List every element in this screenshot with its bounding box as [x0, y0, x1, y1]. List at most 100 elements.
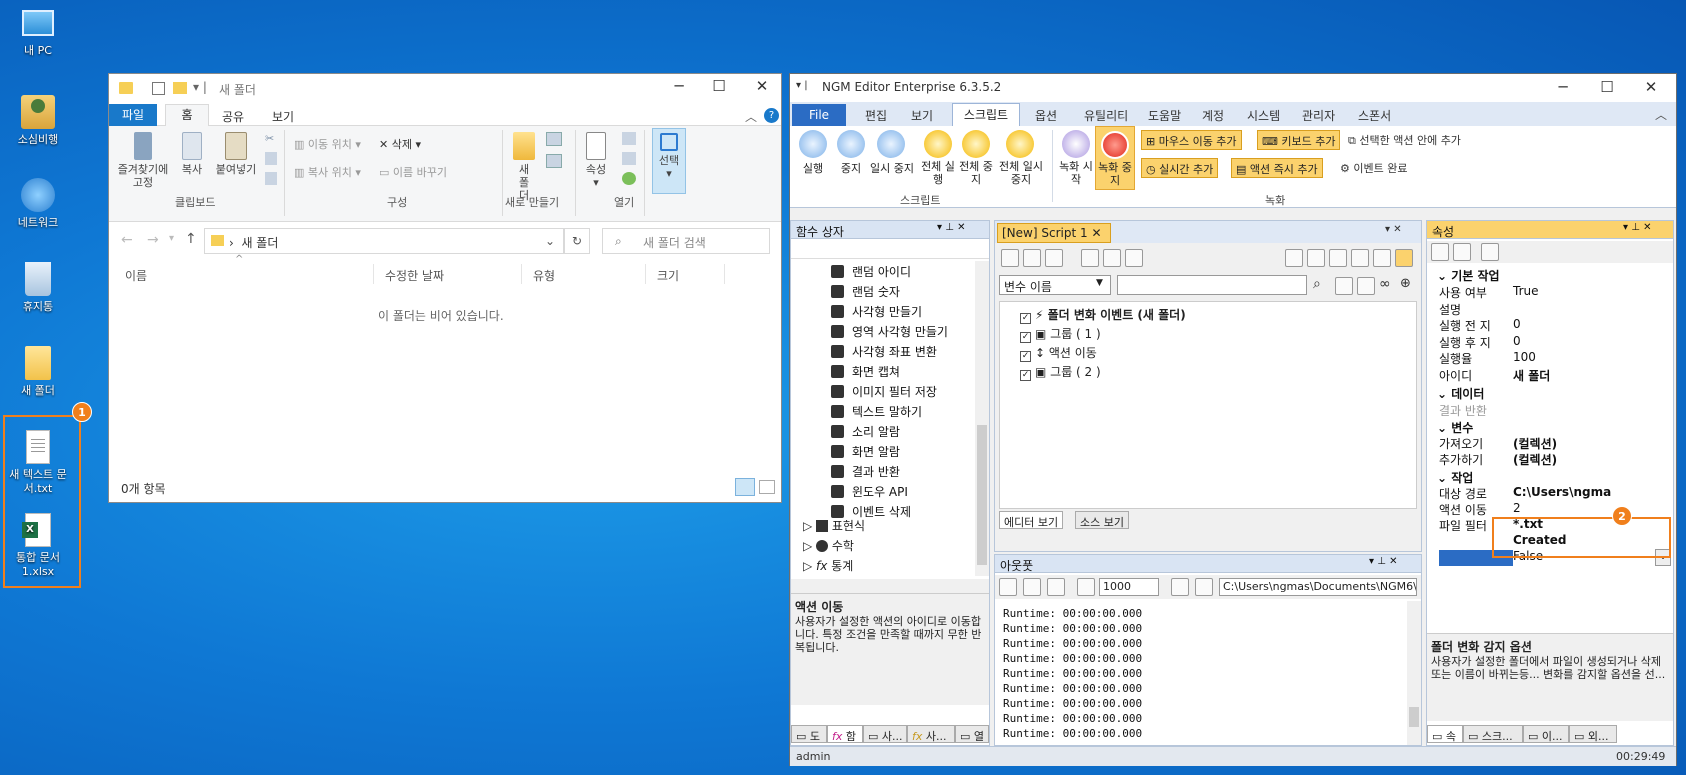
pause-all-icon[interactable]: [1006, 130, 1034, 158]
add-action-now-button[interactable]: ▤ 액션 즉시 추가: [1231, 158, 1323, 178]
categorized-icon[interactable]: [1431, 243, 1449, 261]
function-scrollbar[interactable]: [975, 261, 989, 576]
category-work[interactable]: ⌄ 작업: [1437, 469, 1473, 486]
menu-script[interactable]: 스크립트: [952, 103, 1020, 127]
tree-item-action-move[interactable]: ✓ ↕ 액션 이동: [1020, 344, 1097, 362]
edit-icon[interactable]: [1285, 249, 1303, 267]
props-tab-4[interactable]: ▭ 외...: [1569, 725, 1617, 743]
function-search-input[interactable]: [791, 241, 989, 259]
menu-options[interactable]: 옵션: [1035, 107, 1057, 124]
script-tab[interactable]: [New] Script 1 ✕: [997, 223, 1111, 243]
property-value[interactable]: C:\Users\ngma: [1513, 485, 1611, 499]
tab-view[interactable]: 보기: [272, 108, 294, 125]
variable-search-input[interactable]: [1117, 275, 1307, 295]
move-to-button[interactable]: ▥ 이동 위치 ▾: [294, 136, 361, 152]
maximize-button[interactable]: ☐: [1592, 78, 1622, 96]
new-item-icons[interactable]: [546, 132, 570, 172]
step-end-icon[interactable]: [1125, 249, 1143, 267]
copy-button[interactable]: 복사: [177, 132, 207, 176]
function-item[interactable]: 텍스트 말하기: [831, 403, 922, 421]
add-keyboard-button[interactable]: ⌨ 키보드 추가: [1257, 130, 1341, 150]
function-item[interactable]: 영역 사각형 만들기: [831, 323, 948, 341]
menu-admin[interactable]: 관리자: [1302, 107, 1335, 124]
tree-group-expression[interactable]: ▷ 표현식: [803, 517, 865, 534]
checkbox-icon[interactable]: ✓: [1020, 370, 1031, 381]
column-name[interactable]: 이름: [125, 267, 147, 284]
function-item[interactable]: 랜덤 아이디: [831, 263, 911, 281]
desktop-icon-recycle-bin[interactable]: 휴지통: [2, 262, 74, 314]
close-tab-icon[interactable]: ✕: [1091, 226, 1101, 240]
copy-icon[interactable]: [1023, 578, 1041, 596]
maximize-button[interactable]: ☐: [704, 77, 734, 95]
pin-quick-access-button[interactable]: 즐겨찾기에 고정: [113, 132, 173, 189]
function-item[interactable]: 윈도우 API: [831, 483, 908, 501]
select-button[interactable]: 선택 ▾: [652, 128, 686, 194]
tree-group-math[interactable]: ▷ 수학: [803, 537, 854, 554]
line-count-spinner[interactable]: 1000: [1099, 578, 1159, 596]
category-variable[interactable]: ⌄ 변수: [1437, 419, 1473, 436]
clipboard-small-icons[interactable]: ✂: [265, 132, 279, 188]
property-name[interactable]: 실행율: [1439, 350, 1472, 367]
tree-group-stats[interactable]: ▷ fx 통계: [803, 557, 853, 574]
arrow-down-icon[interactable]: [1357, 277, 1375, 295]
app-menu-icon[interactable]: ▾ |: [796, 80, 808, 91]
function-item[interactable]: 랜덤 숫자: [831, 283, 900, 301]
pane-tab-3[interactable]: ▭ 사...: [863, 725, 907, 743]
tree-item-group-1[interactable]: ✓ ▣ 그룹 ( 1 ): [1020, 325, 1101, 343]
zoom-icon[interactable]: [1373, 249, 1391, 267]
properties-button[interactable]: 속성 ▾: [581, 132, 611, 189]
qat-dropdown-icon[interactable]: ▾ |: [193, 80, 207, 94]
pane-tab-5[interactable]: ▭ 열: [955, 725, 989, 743]
props-tab-1[interactable]: ▭ 속: [1427, 725, 1463, 743]
add-mouse-move-button[interactable]: ⊞ 마우스 이동 추가: [1141, 130, 1242, 150]
props-tab-2[interactable]: ▭ 스크...: [1463, 725, 1523, 743]
open-small-icons[interactable]: [622, 132, 638, 188]
pane-tab-1[interactable]: ▭ 도: [791, 725, 827, 743]
pause-icon[interactable]: [877, 130, 905, 158]
menu-sponsor[interactable]: 스폰서: [1358, 107, 1391, 124]
address-bar[interactable]: › 새 폴더 ⌄: [204, 228, 564, 254]
run-icon[interactable]: [799, 130, 827, 158]
uncheck-icon[interactable]: [1351, 249, 1369, 267]
desktop-icon-this-pc[interactable]: 내 PC: [2, 8, 74, 58]
pane-menu-icon[interactable]: ▾ ⊥ ✕: [1369, 556, 1397, 567]
record-start-icon[interactable]: [1062, 130, 1090, 158]
editor-view-tab[interactable]: 에디터 보기: [999, 511, 1064, 529]
check-icon[interactable]: [1329, 249, 1347, 267]
new-folder-button[interactable]: 새 폴더: [509, 132, 539, 202]
close-button[interactable]: ✕: [747, 77, 777, 95]
tree-item-group-2[interactable]: ✓ ▣ 그룹 ( 2 ): [1020, 363, 1101, 381]
stop-icon[interactable]: [837, 130, 865, 158]
menu-help[interactable]: 도움말: [1148, 107, 1181, 124]
property-value[interactable]: 0: [1513, 334, 1521, 348]
column-type[interactable]: 유형: [533, 267, 555, 284]
step-play-icon[interactable]: [1081, 249, 1099, 267]
record-stop-button[interactable]: 녹화 중지: [1095, 126, 1135, 190]
property-value[interactable]: (컬렉션): [1513, 451, 1557, 468]
desktop-icon-network[interactable]: 네트워크: [2, 178, 74, 230]
back-icon[interactable]: ←: [121, 232, 133, 248]
pause-icon[interactable]: [1023, 249, 1041, 267]
function-item[interactable]: 화면 알람: [831, 443, 900, 461]
pane-tab-function[interactable]: fx 함: [827, 725, 863, 743]
check-all-icon[interactable]: [1307, 249, 1325, 267]
properties-quick-icon[interactable]: [152, 82, 165, 95]
variable-name-combo[interactable]: 변수 이름 ▼: [999, 275, 1111, 295]
property-name[interactable]: 가져오기: [1439, 435, 1483, 452]
property-name[interactable]: 실행 전 지: [1439, 317, 1491, 334]
infinite-icon[interactable]: ∞: [1379, 276, 1391, 292]
menu-edit[interactable]: 편집: [865, 107, 887, 124]
play-icon[interactable]: [1001, 249, 1019, 267]
property-name[interactable]: 실행 후 지: [1439, 334, 1491, 351]
function-item[interactable]: 소리 알람: [831, 423, 900, 441]
forward-icon[interactable]: →: [147, 232, 159, 248]
minimize-button[interactable]: ─: [1548, 78, 1578, 96]
category-basic[interactable]: ⌄ 기본 작업: [1437, 267, 1500, 284]
add-realtime-button[interactable]: ◷ 실시간 추가: [1141, 158, 1219, 178]
function-item[interactable]: 화면 캡쳐: [831, 363, 900, 381]
minimize-button[interactable]: ─: [664, 77, 694, 95]
stop-icon[interactable]: [1045, 249, 1063, 267]
new-folder-quick-icon[interactable]: [173, 82, 187, 94]
property-name[interactable]: 추가하기: [1439, 451, 1483, 468]
source-view-tab[interactable]: 소스 보기: [1075, 511, 1129, 529]
